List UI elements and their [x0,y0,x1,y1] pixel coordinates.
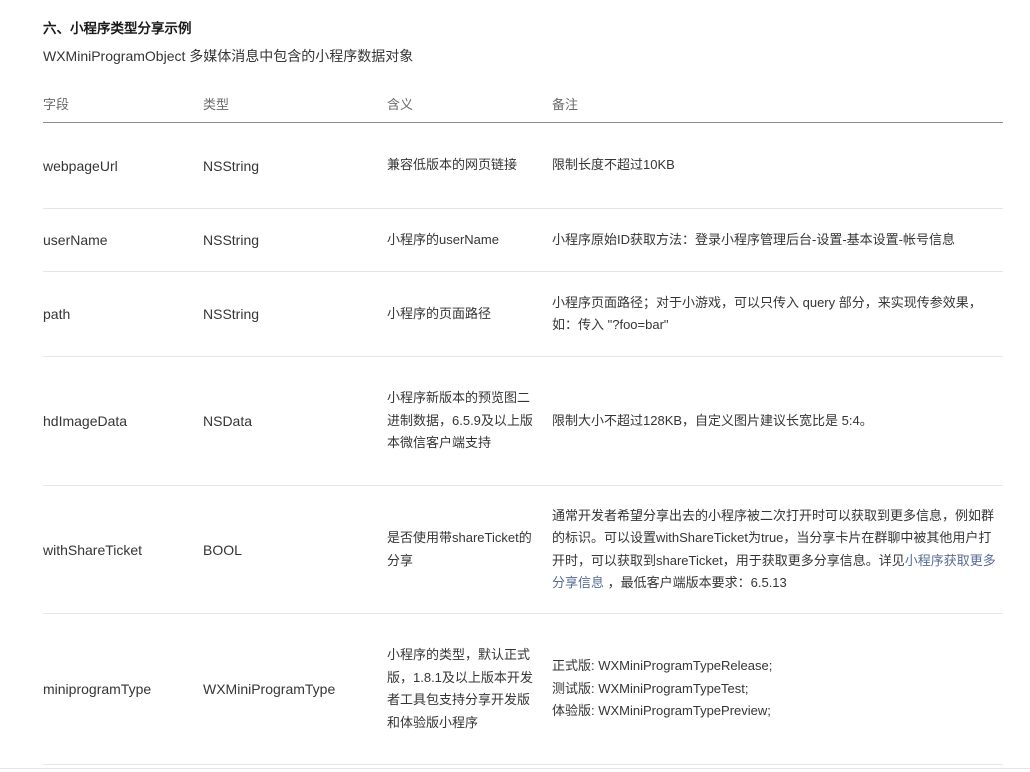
cell-field: webpageUrl [43,122,203,209]
note-line: 体验版: WXMiniProgramTypePreview; [552,703,771,719]
cell-type: WXMiniProgramType [203,613,387,765]
cell-note: 限制长度不超过10KB [552,122,1003,209]
table-header-row: 字段 类型 含义 备注 [43,84,1003,123]
cell-field: miniprogramType [43,613,203,765]
cell-note: 限制大小不超过128KB，自定义图片建议长宽比是 5:4。 [552,356,1003,486]
cell-meaning: 是否使用带shareTicket的分享 [387,485,552,614]
header-type: 类型 [203,84,387,123]
section-title: 六、小程序类型分享示例 [43,21,192,36]
table-row: withShareTicket BOOL 是否使用带shareTicket的分享… [43,485,1003,614]
cell-field: path [43,271,203,357]
table-row: hdImageData NSData 小程序新版本的预览图二进制数据，6.5.9… [43,356,1003,486]
header-field: 字段 [43,84,203,123]
cell-field: userName [43,208,203,272]
header-note: 备注 [552,84,1003,123]
table-row: path NSString 小程序的页面路径 小程序页面路径；对于小游戏，可以只… [43,271,1003,357]
cell-note: 通常开发者希望分享出去的小程序被二次打开时可以获取到更多信息，例如群的标识。可以… [552,485,1003,614]
cell-meaning: 兼容低版本的网页链接 [387,122,552,209]
cell-meaning: 小程序的userName [387,208,552,272]
cell-meaning: 小程序新版本的预览图二进制数据，6.5.9及以上版本微信客户端支持 [387,356,552,486]
fields-table: 字段 类型 含义 备注 webpageUrl NSString 兼容低版本的网页… [43,84,1003,765]
note-line: 测试版: WXMiniProgramTypeTest; [552,680,749,696]
cell-type: NSString [203,208,387,272]
cell-field: withShareTicket [43,485,203,614]
table-row: userName NSString 小程序的userName 小程序原始ID获取… [43,208,1003,272]
cell-field: hdImageData [43,356,203,486]
cell-note: 正式版: WXMiniProgramTypeRelease; 测试版: WXMi… [552,613,1003,765]
cell-note: 小程序页面路径；对于小游戏，可以只传入 query 部分，来实现传参效果，如：传… [552,271,1003,357]
note-line: 正式版: WXMiniProgramTypeRelease; [552,658,773,674]
cell-type: NSData [203,356,387,486]
cell-meaning: 小程序的类型，默认正式版，1.8.1及以上版本开发者工具包支持分享开发版和体验版… [387,613,552,765]
table-row: miniprogramType WXMiniProgramType 小程序的类型… [43,613,1003,765]
cell-type: NSString [203,271,387,357]
table-row: webpageUrl NSString 兼容低版本的网页链接 限制长度不超过10… [43,122,1003,209]
header-meaning: 含义 [387,84,552,123]
section-subtitle: WXMiniProgramObject 多媒体消息中包含的小程序数据对象 [43,48,414,64]
divider [0,768,1030,769]
cell-type: NSString [203,122,387,209]
note-text: ，最低客户端版本要求：6.5.13 [604,575,787,590]
cell-meaning: 小程序的页面路径 [387,271,552,357]
cell-note: 小程序原始ID获取方法：登录小程序管理后台-设置-基本设置-帐号信息 [552,208,1003,272]
cell-type: BOOL [203,485,387,614]
